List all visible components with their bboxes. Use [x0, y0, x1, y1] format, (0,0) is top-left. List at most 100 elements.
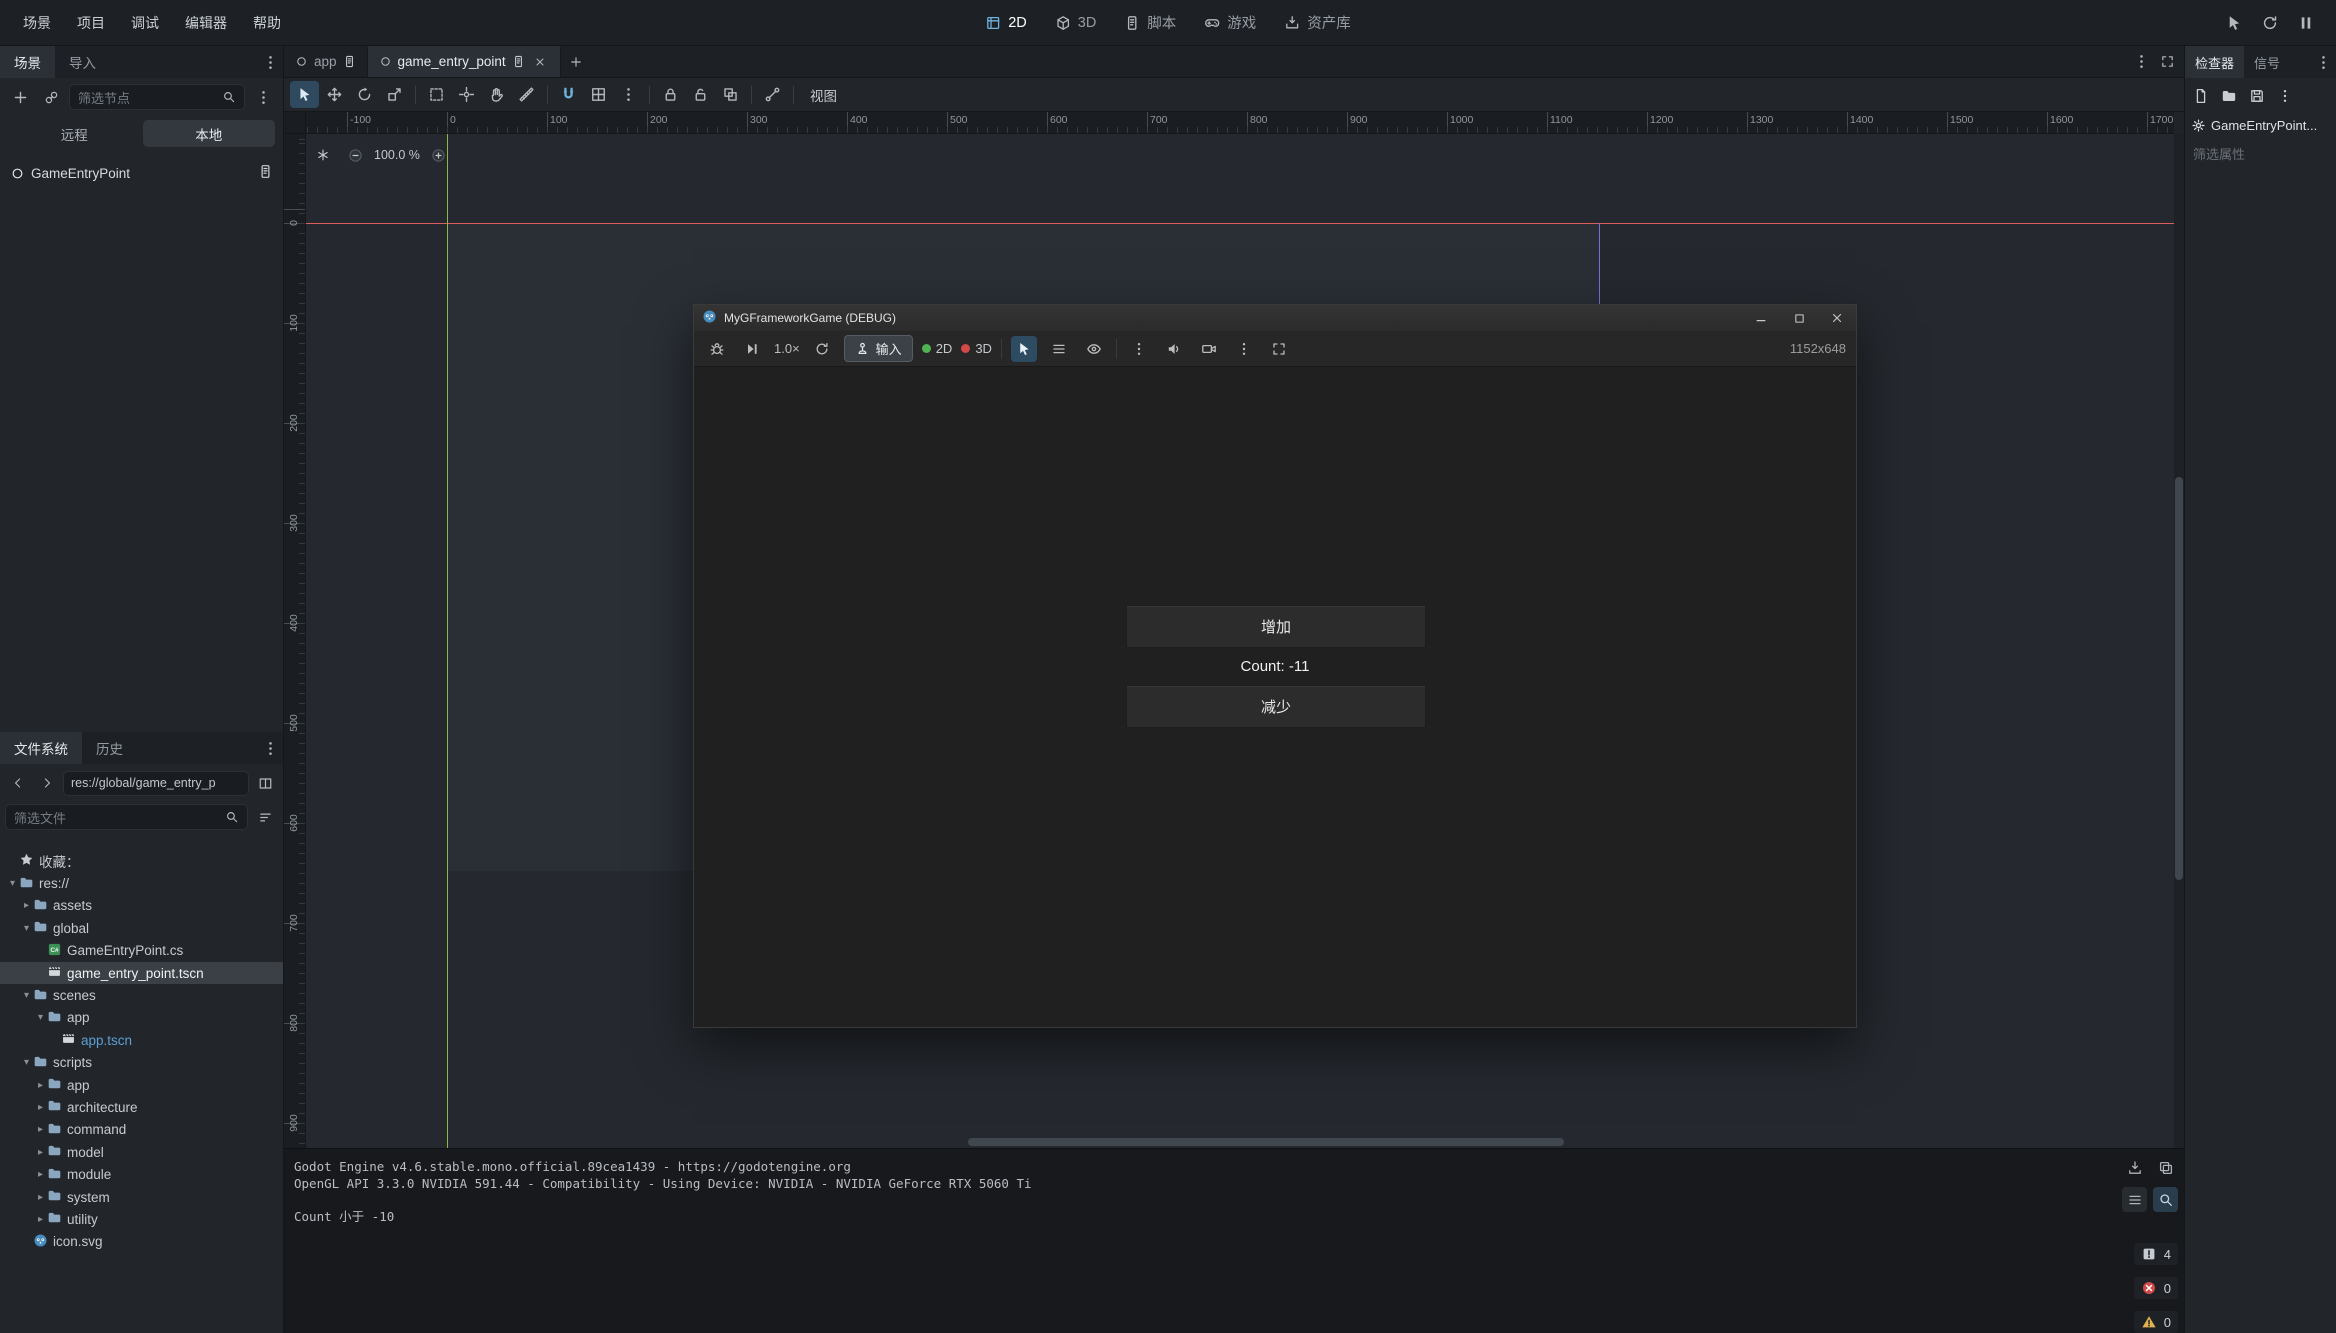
fs-item-app-tscn[interactable]: app.tscn: [0, 1029, 283, 1051]
menu-help[interactable]: 帮助: [240, 0, 294, 45]
pivot-tool-button[interactable]: [452, 81, 481, 108]
fs-item-favorites[interactable]: 收藏：: [0, 850, 283, 872]
scene-tab-app[interactable]: app: [284, 46, 368, 77]
resource-options-button[interactable]: [2272, 83, 2298, 109]
expander-icon[interactable]: ▸: [20, 900, 33, 911]
filesystem-dock-tab-history[interactable]: 历史: [82, 732, 137, 764]
rotate-tool-button[interactable]: [350, 81, 379, 108]
fs-item-scenes[interactable]: ▾scenes: [0, 984, 283, 1006]
expander-icon[interactable]: ▾: [20, 923, 33, 934]
mode-2d-indicator[interactable]: 2D: [922, 341, 953, 356]
pan-tool-button[interactable]: [482, 81, 511, 108]
expander-icon[interactable]: ▾: [20, 1057, 33, 1068]
scene-dock-tab-import[interactable]: 导入: [55, 46, 110, 78]
save-output-button[interactable]: [2122, 1155, 2147, 1180]
reset-speed-button[interactable]: [809, 336, 835, 362]
input-mode-button[interactable]: 输入: [844, 335, 913, 362]
fs-item-module[interactable]: ▸module: [0, 1163, 283, 1185]
next-frame-button[interactable]: [739, 336, 765, 362]
close-tab-icon[interactable]: [531, 53, 549, 71]
expander-icon[interactable]: ▸: [34, 1124, 47, 1135]
workspace-tab-game[interactable]: 游戏: [1191, 6, 1269, 39]
fs-item-scenes-app[interactable]: ▾app: [0, 1007, 283, 1029]
debug-options-button[interactable]: [704, 336, 730, 362]
fs-item-gameentrypoint-cs[interactable]: C#GameEntryPoint.cs: [0, 940, 283, 962]
expander-icon[interactable]: ▸: [34, 1192, 47, 1203]
fs-current-path[interactable]: res://global/game_entry_p: [63, 771, 249, 796]
fs-item-system[interactable]: ▸system: [0, 1186, 283, 1208]
fs-item-game-entry-point-tscn[interactable]: game_entry_point.tscn: [0, 962, 283, 984]
vertical-scrollbar[interactable]: [2174, 134, 2184, 1148]
fs-item-scripts[interactable]: ▾scripts: [0, 1052, 283, 1074]
pick-node-button[interactable]: [1011, 336, 1037, 362]
workspace-tab-assetlib[interactable]: 资产库: [1271, 6, 1364, 39]
fs-item-res-root[interactable]: ▾res://: [0, 872, 283, 894]
fs-sort-icon[interactable]: [252, 804, 278, 830]
view-menu-button[interactable]: 视图: [800, 85, 847, 105]
workspace-tab-script[interactable]: 脚本: [1111, 6, 1189, 39]
expander-icon[interactable]: ▾: [34, 1012, 47, 1023]
load-resource-button[interactable]: [2216, 83, 2242, 109]
instance-scene-button[interactable]: [38, 84, 64, 110]
fs-item-architecture[interactable]: ▸architecture: [0, 1096, 283, 1118]
zoom-out-button[interactable]: [342, 142, 368, 168]
add-node-button[interactable]: [7, 84, 33, 110]
fs-item-model[interactable]: ▸model: [0, 1141, 283, 1163]
distraction-free-icon[interactable]: [2154, 49, 2180, 75]
copy-output-button[interactable]: [2153, 1155, 2178, 1180]
new-resource-button[interactable]: [2188, 83, 2214, 109]
vertical-ruler[interactable]: 0100200300400500600700800900: [284, 134, 306, 1148]
list-select-tool-button[interactable]: [422, 81, 451, 108]
unlock-tool-button[interactable]: [686, 81, 715, 108]
scene-tabs-dots-icon[interactable]: [2128, 49, 2154, 75]
zoom-in-button[interactable]: [426, 142, 452, 168]
horizontal-ruler[interactable]: -100010020030040050060070080090010001100…: [306, 112, 2174, 134]
filesystem-dock-menu-dots-icon[interactable]: [257, 735, 283, 761]
expander-icon[interactable]: ▾: [20, 990, 33, 1001]
filter-messages-button[interactable]: [2122, 1187, 2147, 1212]
messages-count-badge[interactable]: 4: [2134, 1243, 2178, 1265]
scene-dock-menu-dots-icon[interactable]: [257, 49, 283, 75]
horizontal-scrollbar-thumb[interactable]: [968, 1138, 1564, 1146]
new-scene-tab-button[interactable]: [561, 46, 591, 77]
script-icon[interactable]: [258, 164, 273, 179]
search-output-button[interactable]: [2153, 1187, 2178, 1212]
scene-tree-options-dots-icon[interactable]: [250, 84, 276, 110]
inspector-dock-menu-dots-icon[interactable]: [2310, 49, 2336, 75]
expander-icon[interactable]: ▸: [34, 1102, 47, 1113]
filter-nodes-input[interactable]: 筛选节点: [69, 84, 245, 110]
scene-tab-game-entry-point[interactable]: game_entry_point: [368, 46, 561, 77]
vertical-scrollbar-thumb[interactable]: [2175, 477, 2183, 880]
filter-properties-input[interactable]: 筛选属性: [2185, 137, 2336, 170]
inspected-node-row[interactable]: GameEntryPoint...: [2185, 114, 2336, 137]
remote-tab-button[interactable]: 远程: [8, 120, 141, 147]
visibility-button[interactable]: [1081, 336, 1107, 362]
errors-count-badge[interactable]: 0: [2134, 1277, 2178, 1299]
game-window-titlebar[interactable]: MyGFrameworkGame (DEBUG): [694, 305, 1856, 331]
workspace-tab-2d[interactable]: 2D: [972, 9, 1040, 37]
workspace-tab-3d[interactable]: 3D: [1042, 9, 1110, 37]
inspector-dock-tab-signals[interactable]: 信号: [2244, 46, 2290, 78]
fs-forward-button[interactable]: [34, 770, 60, 796]
node-list-button[interactable]: [1046, 336, 1072, 362]
embed-fullscreen-button[interactable]: [1266, 336, 1292, 362]
expander-icon[interactable]: ▸: [34, 1169, 47, 1180]
camera-override-button[interactable]: [1196, 336, 1222, 362]
fs-back-button[interactable]: [5, 770, 31, 796]
lock-tool-button[interactable]: [656, 81, 685, 108]
increase-button[interactable]: 增加: [1126, 605, 1426, 648]
zoom-level-label[interactable]: 100.0 %: [374, 148, 420, 162]
minimize-button[interactable]: [1742, 305, 1780, 331]
skeleton-tool-button[interactable]: [758, 81, 787, 108]
decrease-button[interactable]: 减少: [1126, 685, 1426, 728]
maximize-button[interactable]: [1780, 305, 1818, 331]
more-options-button[interactable]: [1126, 336, 1152, 362]
ruler-tool-button[interactable]: [512, 81, 541, 108]
menu-scene[interactable]: 场景: [10, 0, 64, 45]
debug-pick-button[interactable]: [2220, 9, 2248, 37]
expander-icon[interactable]: ▾: [6, 878, 19, 889]
menu-project[interactable]: 项目: [64, 0, 118, 45]
grid-snap-tool-button[interactable]: [584, 81, 613, 108]
group-tool-button[interactable]: [716, 81, 745, 108]
fs-item-utility[interactable]: ▸utility: [0, 1208, 283, 1230]
